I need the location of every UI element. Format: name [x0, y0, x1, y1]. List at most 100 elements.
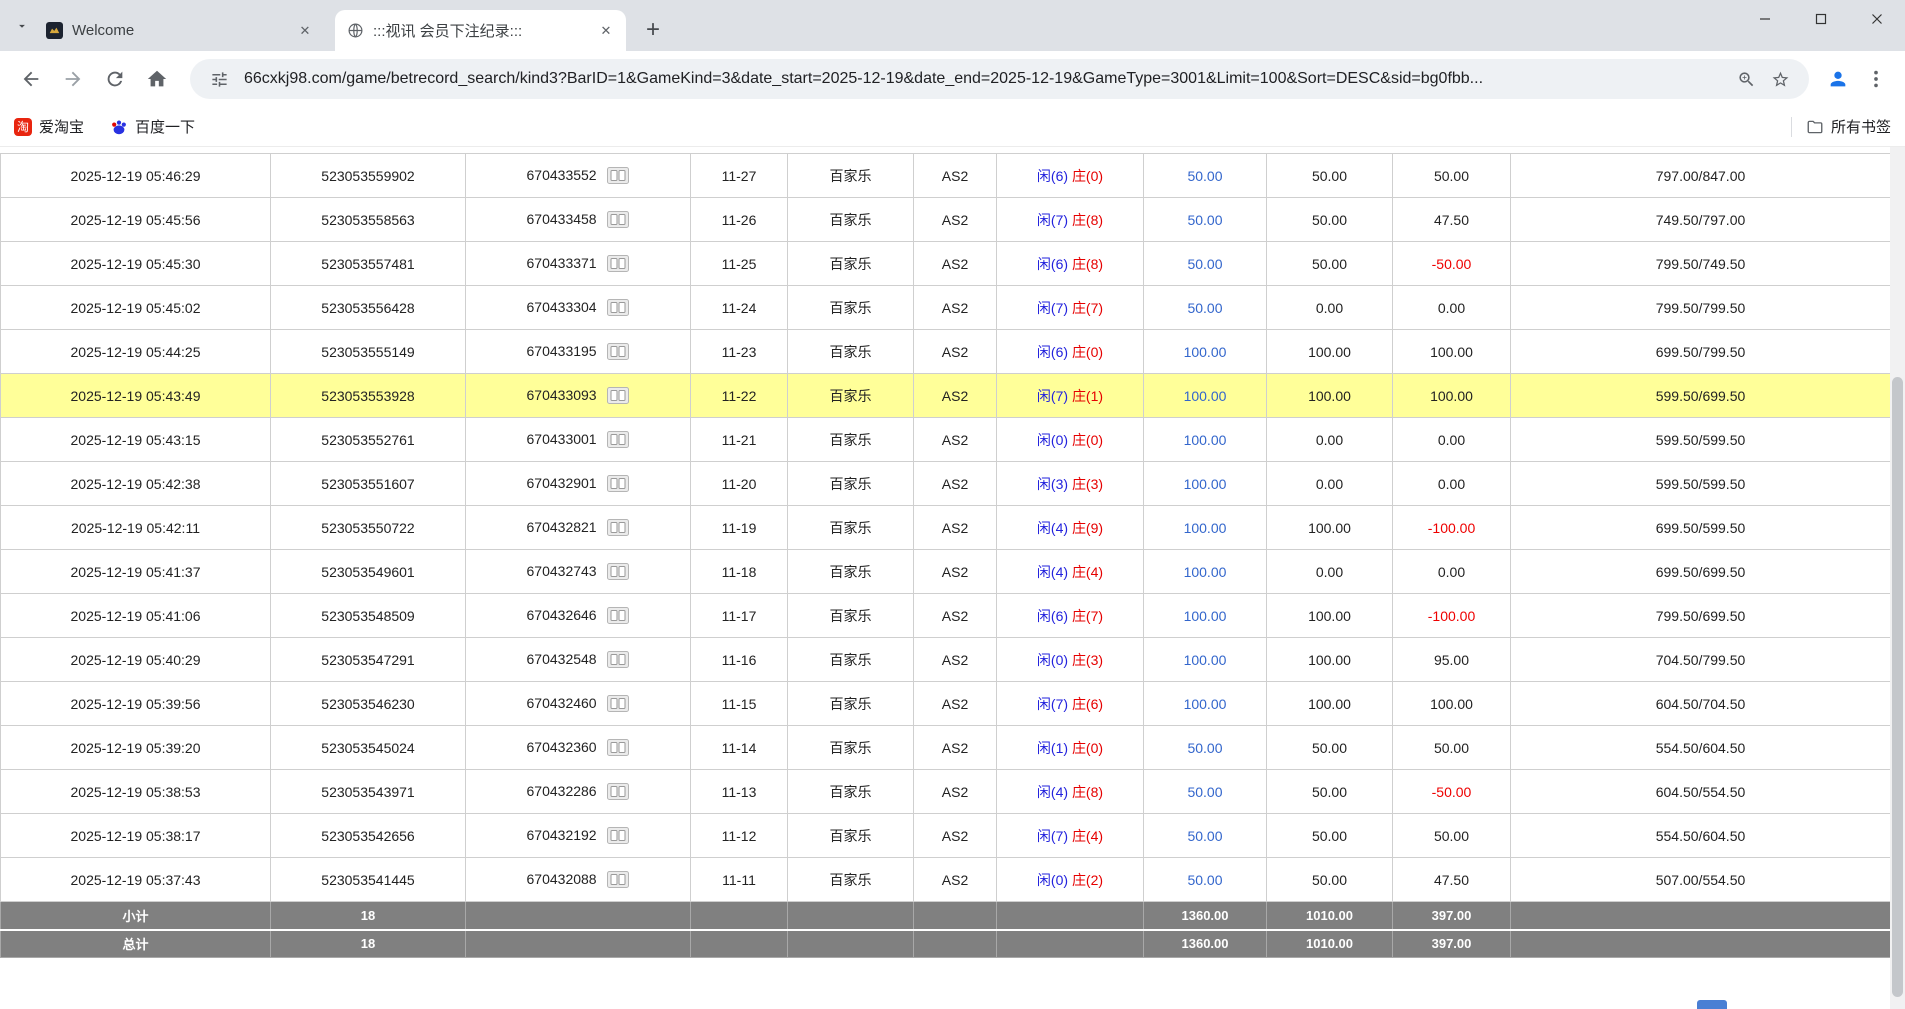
cell-bet-amount[interactable]: 100.00	[1144, 594, 1267, 638]
table-row[interactable]: 2025-12-19 05:38:17523053542656670432192…	[1, 814, 1891, 858]
cell-bet-amount[interactable]: 100.00	[1144, 462, 1267, 506]
game-result-icon[interactable]	[607, 783, 629, 800]
cell-bet-amount[interactable]: 100.00	[1144, 682, 1267, 726]
game-result-icon[interactable]	[607, 563, 629, 580]
cell-bet-amount[interactable]: 50.00	[1144, 154, 1267, 198]
bet-player-text: 闲(6)	[1037, 256, 1068, 272]
site-info-button[interactable]	[202, 62, 236, 96]
table-row[interactable]: 2025-12-19 05:44:25523053555149670433195…	[1, 330, 1891, 374]
tab-close-icon[interactable]: ✕	[596, 21, 616, 41]
cell-win-loss: 0.00	[1393, 418, 1511, 462]
game-result-icon[interactable]	[607, 343, 629, 360]
bookmark-star-button[interactable]	[1763, 62, 1797, 96]
cell-game-number: 670432192	[466, 814, 691, 858]
cell-bet-amount[interactable]: 100.00	[1144, 506, 1267, 550]
cell-bet-amount[interactable]: 100.00	[1144, 550, 1267, 594]
bookmark-taobao[interactable]: 淘 爱淘宝	[14, 116, 84, 137]
cell-empty	[1511, 902, 1891, 930]
pagination-button-partial[interactable]	[1697, 1000, 1727, 1009]
cell-balance: 554.50/604.50	[1511, 726, 1891, 770]
game-result-icon[interactable]	[607, 519, 629, 536]
cell-bet-amount[interactable]: 50.00	[1144, 286, 1267, 330]
table-row[interactable]: 2025-12-19 05:42:38523053551607670432901…	[1, 462, 1891, 506]
cell-balance: 507.00/554.50	[1511, 858, 1891, 902]
bet-player-text: 闲(4)	[1037, 784, 1068, 800]
game-result-icon[interactable]	[607, 607, 629, 624]
cell-game-number: 670433304	[466, 286, 691, 330]
tab-search-button[interactable]	[10, 14, 34, 38]
cell-valid-amount: 50.00	[1267, 154, 1393, 198]
table-row[interactable]: 2025-12-19 05:45:02523053556428670433304…	[1, 286, 1891, 330]
game-result-icon[interactable]	[607, 739, 629, 756]
browser-window: Welcome ✕ :::视讯 会员下注纪录::: ✕ +	[0, 0, 1905, 1009]
game-result-icon[interactable]	[607, 299, 629, 316]
cell-bet-amount[interactable]: 50.00	[1144, 770, 1267, 814]
cell-bet-amount[interactable]: 50.00	[1144, 198, 1267, 242]
game-result-icon[interactable]	[607, 475, 629, 492]
table-row[interactable]: 2025-12-19 05:38:53523053543971670432286…	[1, 770, 1891, 814]
all-bookmarks-button[interactable]: 所有书签	[1806, 116, 1891, 137]
new-tab-button[interactable]: +	[636, 13, 670, 47]
cell-bet-amount[interactable]: 100.00	[1144, 638, 1267, 682]
table-row[interactable]: 2025-12-19 05:45:30523053557481670433371…	[1, 242, 1891, 286]
game-result-icon[interactable]	[607, 695, 629, 712]
minimize-button[interactable]	[1737, 0, 1793, 38]
refresh-button[interactable]	[96, 60, 134, 98]
close-window-button[interactable]	[1849, 0, 1905, 38]
menu-button[interactable]	[1857, 60, 1895, 98]
table-row[interactable]: 2025-12-19 05:43:49523053553928670433093…	[1, 374, 1891, 418]
table-row[interactable]: 2025-12-19 05:39:56523053546230670432460…	[1, 682, 1891, 726]
table-row[interactable]: 2025-12-19 05:43:15523053552761670433001…	[1, 418, 1891, 462]
star-icon	[1771, 70, 1790, 89]
game-result-icon[interactable]	[607, 167, 629, 184]
bet-player-text: 闲(0)	[1037, 872, 1068, 888]
cell-bet-amount[interactable]: 100.00	[1144, 418, 1267, 462]
game-number-text: 670433093	[527, 387, 597, 403]
cell-round: 11-15	[691, 682, 788, 726]
table-row[interactable]: 2025-12-19 05:39:20523053545024670432360…	[1, 726, 1891, 770]
address-bar[interactable]: 66cxkj98.com/game/betrecord_search/kind3…	[190, 59, 1809, 99]
cell-empty	[1511, 930, 1891, 958]
cell-bet-content: 闲(6) 庄(0)	[997, 330, 1144, 374]
cell-bet-amount[interactable]: 50.00	[1144, 858, 1267, 902]
table-row[interactable]: 2025-12-19 05:45:56523053558563670433458…	[1, 198, 1891, 242]
cell-bet-time: 2025-12-19 05:42:38	[1, 462, 271, 506]
zoom-button[interactable]	[1729, 62, 1763, 96]
table-row[interactable]: 2025-12-19 05:46:29523053559902670433552…	[1, 154, 1891, 198]
profile-button[interactable]	[1819, 60, 1857, 98]
home-button[interactable]	[138, 60, 176, 98]
cell-bet-amount[interactable]: 50.00	[1144, 814, 1267, 858]
vertical-scrollbar[interactable]	[1890, 147, 1905, 1009]
table-row[interactable]: 2025-12-19 05:41:06523053548509670432646…	[1, 594, 1891, 638]
cell-bet-amount[interactable]: 50.00	[1144, 726, 1267, 770]
game-result-icon[interactable]	[607, 431, 629, 448]
tab-close-icon[interactable]: ✕	[295, 21, 315, 41]
cell-win-loss: 100.00	[1393, 682, 1511, 726]
game-result-icon[interactable]	[607, 871, 629, 888]
game-result-icon[interactable]	[607, 827, 629, 844]
back-button[interactable]	[12, 60, 50, 98]
bet-banker-text: 庄(6)	[1072, 696, 1103, 712]
table-row[interactable]: 2025-12-19 05:42:11523053550722670432821…	[1, 506, 1891, 550]
table-row[interactable]: 2025-12-19 05:41:37523053549601670432743…	[1, 550, 1891, 594]
game-result-icon[interactable]	[607, 387, 629, 404]
forward-button[interactable]	[54, 60, 92, 98]
game-result-icon[interactable]	[607, 211, 629, 228]
cell-balance: 799.50/699.50	[1511, 594, 1891, 638]
scrollbar-thumb[interactable]	[1892, 377, 1903, 997]
cell-balance: 604.50/704.50	[1511, 682, 1891, 726]
table-row[interactable]: 2025-12-19 05:40:29523053547291670432548…	[1, 638, 1891, 682]
cell-empty	[788, 930, 914, 958]
tab-betrecord[interactable]: :::视讯 会员下注纪录::: ✕	[335, 10, 626, 51]
game-result-icon[interactable]	[607, 651, 629, 668]
game-result-icon[interactable]	[607, 255, 629, 272]
cell-game-type: 百家乐	[788, 594, 914, 638]
tab-welcome[interactable]: Welcome ✕	[34, 10, 325, 51]
cell-bet-amount[interactable]: 50.00	[1144, 242, 1267, 286]
cell-bet-amount[interactable]: 100.00	[1144, 374, 1267, 418]
cell-bet-amount[interactable]: 100.00	[1144, 330, 1267, 374]
bookmark-baidu[interactable]: 百度一下	[110, 116, 195, 137]
maximize-button[interactable]	[1793, 0, 1849, 38]
tab-title: :::视讯 会员下注纪录:::	[373, 20, 596, 41]
table-row[interactable]: 2025-12-19 05:37:43523053541445670432088…	[1, 858, 1891, 902]
